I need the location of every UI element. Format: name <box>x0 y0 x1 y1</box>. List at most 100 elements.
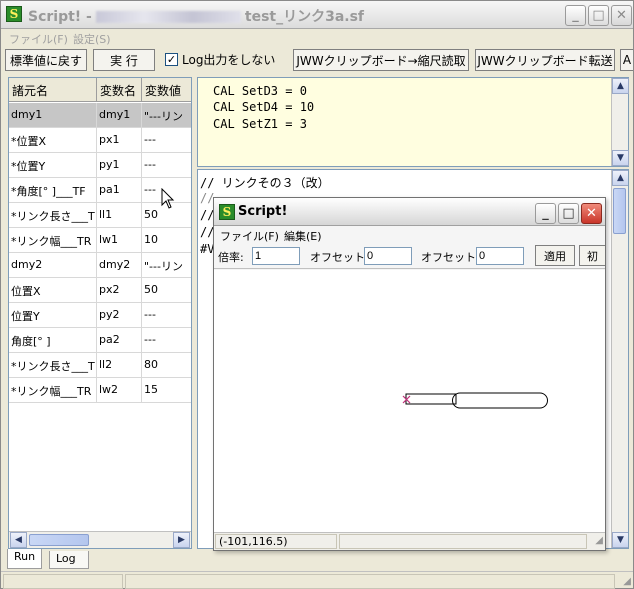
cell-name[interactable]: *位置Y <box>9 153 97 178</box>
maximize-button[interactable]: □ <box>588 5 609 26</box>
cell-name[interactable]: dmy1 <box>9 103 97 128</box>
mouse-cursor-icon <box>161 188 175 209</box>
scroll-up-icon[interactable]: ▲ <box>612 170 628 186</box>
cell-var[interactable]: px2 <box>97 278 142 303</box>
cell-var[interactable]: dmy1 <box>97 103 142 128</box>
cell-var[interactable]: pa2 <box>97 328 142 353</box>
code-vscrollbar[interactable]: ▲ ▼ <box>611 78 629 166</box>
run-button[interactable]: 実 行 <box>93 49 155 71</box>
cell-name[interactable]: *リンク幅___TR <box>9 378 97 403</box>
status-cell <box>339 534 587 549</box>
cell-var[interactable]: py2 <box>97 303 142 328</box>
cell-value[interactable]: "---リン <box>142 103 191 128</box>
toolbar-overflow-button[interactable]: A <box>620 49 633 71</box>
cell-value[interactable]: --- <box>142 328 191 353</box>
apply-button[interactable]: 適用 <box>535 245 575 266</box>
minimize-button[interactable]: _ <box>565 5 586 26</box>
tab-run[interactable]: Run <box>7 549 43 569</box>
nolog-checkbox[interactable]: ✓ Log出力をしない <box>165 51 275 68</box>
redacted-path <box>95 11 241 23</box>
cell-var[interactable]: pa1 <box>97 178 142 203</box>
cell-name[interactable]: *リンク長さ___T <box>9 203 97 228</box>
cell-name[interactable]: *リンク幅___TR <box>9 228 97 253</box>
table-row[interactable]: *リンク幅___TR lw2 15 <box>9 378 191 403</box>
cell-name[interactable]: *角度[° ]___TF <box>9 178 97 203</box>
col-var[interactable]: 変数名 <box>97 78 142 102</box>
preview-canvas[interactable] <box>214 270 605 532</box>
resize-grip-icon[interactable]: ◢ <box>595 535 603 546</box>
col-value[interactable]: 変数値 <box>142 78 191 102</box>
table-row[interactable]: *位置X px1 --- <box>9 128 191 153</box>
offset-y-input[interactable] <box>476 247 524 265</box>
cell-value[interactable]: 80 <box>142 353 191 378</box>
cell-name[interactable]: *リンク長さ___T <box>9 353 97 378</box>
scroll-left-icon[interactable]: ◀ <box>10 532 27 548</box>
table-row[interactable]: 位置X px2 50 <box>9 278 191 303</box>
close-button[interactable]: ✕ <box>611 5 632 26</box>
dialog-menu-edit[interactable]: 編集(E) <box>284 228 322 244</box>
scroll-up-icon[interactable]: ▲ <box>612 78 629 94</box>
offset-x-input[interactable] <box>364 247 412 265</box>
cell-var[interactable]: px1 <box>97 128 142 153</box>
cell-value[interactable]: --- <box>142 303 191 328</box>
resize-grip-icon[interactable]: ◢ <box>623 576 631 587</box>
status-cell <box>3 574 123 589</box>
col-name[interactable]: 諸元名 <box>9 78 97 102</box>
jww-send-button[interactable]: JWWクリップボード転送 <box>475 49 615 71</box>
table-row[interactable]: dmy1 dmy1 "---リン <box>9 103 191 128</box>
preview-dialog: S Script! _ □ ✕ ファイル(F) 編集(E) 倍率: オフセットX… <box>213 197 606 551</box>
cell-value[interactable]: 10 <box>142 228 191 253</box>
cell-name[interactable]: 角度[° ] <box>9 328 97 353</box>
init-button[interactable]: 初 <box>579 245 605 266</box>
cell-value[interactable]: --- <box>142 153 191 178</box>
dialog-title-bar[interactable]: S Script! _ □ ✕ <box>214 198 605 226</box>
title-bar[interactable]: S Script! - test_リンク3a.sf _ □ ✕ <box>1 1 633 29</box>
cell-name[interactable]: 位置X <box>9 278 97 303</box>
cell-value[interactable]: "---リン <box>142 253 191 278</box>
cell-var[interactable]: ll2 <box>97 353 142 378</box>
table-hscrollbar[interactable]: ◀ ▶ <box>9 531 191 548</box>
tab-log[interactable]: Log <box>49 551 89 569</box>
table-row[interactable]: *リンク長さ___T ll2 80 <box>9 353 191 378</box>
scroll-down-icon[interactable]: ▼ <box>612 150 629 166</box>
menu-settings[interactable]: 設定(S) <box>73 31 111 47</box>
close-icon: ✕ <box>586 206 597 221</box>
cell-value[interactable]: 50 <box>142 278 191 303</box>
dialog-close-button[interactable]: ✕ <box>581 203 602 224</box>
maximize-icon: □ <box>562 206 575 221</box>
table-row[interactable]: dmy2 dmy2 "---リン <box>9 253 191 278</box>
dialog-maximize-button[interactable]: □ <box>558 203 579 224</box>
title-prefix: Script! - <box>28 9 92 25</box>
menu-file[interactable]: ファイル(F) <box>9 31 68 47</box>
cell-var[interactable]: py1 <box>97 153 142 178</box>
cell-value[interactable]: --- <box>142 128 191 153</box>
check-icon: ✓ <box>165 53 178 66</box>
scroll-down-icon[interactable]: ▼ <box>612 532 628 548</box>
table-row[interactable]: *リンク幅___TR lw1 10 <box>9 228 191 253</box>
link-drawing <box>402 392 548 409</box>
cell-name[interactable]: 位置Y <box>9 303 97 328</box>
cell-var[interactable]: ll1 <box>97 203 142 228</box>
cell-var[interactable]: dmy2 <box>97 253 142 278</box>
dialog-menu-file[interactable]: ファイル(F) <box>220 228 279 244</box>
dialog-minimize-button[interactable]: _ <box>535 203 556 224</box>
cell-var[interactable]: lw1 <box>97 228 142 253</box>
scroll-thumb[interactable] <box>613 188 626 234</box>
scroll-right-icon[interactable]: ▶ <box>173 532 190 548</box>
table-row[interactable]: 角度[° ] pa2 --- <box>9 328 191 353</box>
minimize-icon: _ <box>542 206 549 221</box>
table-row[interactable]: *位置Y py1 --- <box>9 153 191 178</box>
script-vscrollbar[interactable]: ▲ ▼ <box>611 170 628 548</box>
cell-name[interactable]: dmy2 <box>9 253 97 278</box>
cell-name[interactable]: *位置X <box>9 128 97 153</box>
jww-read-scale-button[interactable]: JWWクリップボード→縮尺読取 <box>293 49 469 71</box>
close-icon: ✕ <box>616 8 627 23</box>
cell-var[interactable]: lw2 <box>97 378 142 403</box>
table-row[interactable]: 位置Y py2 --- <box>9 303 191 328</box>
scale-input[interactable] <box>252 247 300 265</box>
reset-defaults-button[interactable]: 標準値に戻す <box>5 49 87 71</box>
code-editor[interactable]: CAL SetD3 = 0 CAL SetD4 = 10 CAL SetZ1 =… <box>197 77 629 167</box>
scroll-thumb[interactable] <box>29 534 89 546</box>
cell-value[interactable]: 15 <box>142 378 191 403</box>
minimize-icon: _ <box>572 8 579 23</box>
